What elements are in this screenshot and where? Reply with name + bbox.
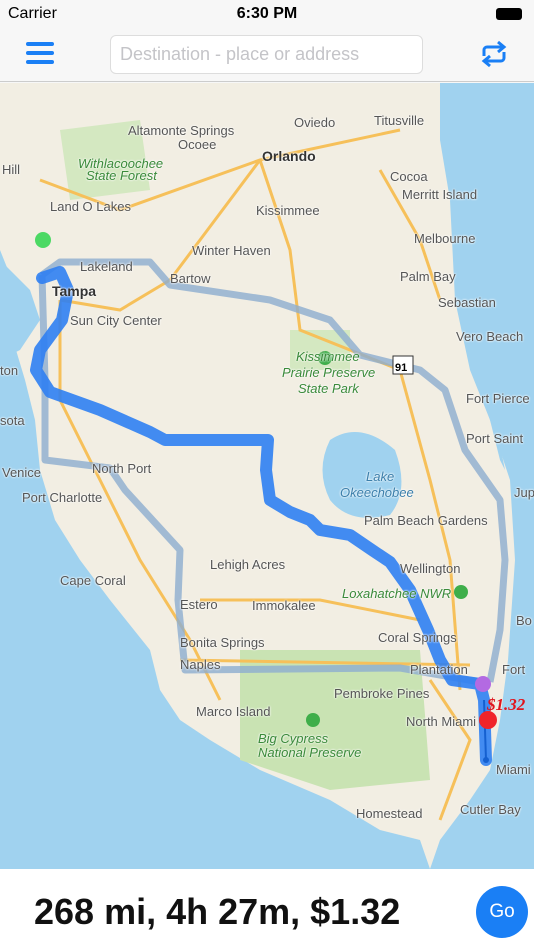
destination-input[interactable] (110, 35, 423, 74)
route-price-label: $1.32 (487, 695, 526, 714)
map-view[interactable]: Altamonte Springs Oviedo Titusville Ocoee Or… (0, 83, 534, 869)
map-label: Bartow (170, 271, 211, 286)
map-label: Cape Coral (60, 573, 126, 588)
battery-icon (496, 8, 522, 20)
map-label: Miami (496, 762, 531, 777)
map-label: Lakeland (80, 259, 133, 274)
map-label: Bonita Springs (180, 635, 265, 650)
map-label: Palm Bay (400, 269, 456, 284)
map-label: Land O Lakes (50, 199, 131, 214)
map-label: Port Saint (466, 431, 524, 446)
route-summary: 268 mi, 4h 27m, $1.32 (34, 891, 401, 932)
map-label: ton (0, 363, 19, 378)
map-label: Winter Haven (192, 243, 271, 258)
map-label: Sun City Center (70, 313, 162, 328)
map-label: Jup (514, 485, 534, 500)
hamburger-menu-icon[interactable] (26, 42, 54, 66)
refresh-arrows-icon[interactable] (478, 40, 510, 68)
map-label: Oviedo (294, 115, 336, 130)
map-label: Venice (2, 465, 42, 480)
map-label: Lake (366, 469, 395, 484)
map-label: Loxahatchee NWR (342, 586, 452, 601)
highway-shield-number: 91 (395, 362, 408, 374)
bottom-bar: 268 mi, 4h 27m, $1.32 Go (0, 869, 534, 950)
map-label: North Miami (406, 714, 477, 729)
map-label: Plantation (410, 662, 468, 677)
map-label: Altamonte Springs (128, 123, 235, 138)
map-label: Ocoee (178, 137, 217, 152)
map-label: State Park (298, 381, 359, 396)
waypoint-pin (475, 676, 491, 692)
map-label: Okeechobee (340, 485, 414, 500)
map-label: Melbourne (414, 231, 476, 246)
map-label: Marco Island (196, 704, 271, 719)
map-label: Lehigh Acres (210, 557, 286, 572)
map-label: Palm Beach Gardens (364, 513, 488, 528)
map-label: Fort (502, 662, 526, 677)
map-label: Kissimmee (256, 203, 320, 218)
map-label: Fort Pierce (466, 391, 530, 406)
map-label: Cutler Bay (460, 802, 521, 817)
map-label: Big Cypress (258, 731, 329, 746)
map-label: Estero (180, 597, 218, 612)
clock: 6:30 PM (236, 5, 298, 22)
status-bar: Carrier 6:30 PM (0, 0, 534, 28)
map-label: Hill (2, 162, 21, 177)
map-label: Port Charlotte (22, 490, 103, 505)
map-label: Wellington (400, 561, 461, 576)
map-label: Kissimmee (296, 349, 360, 364)
map-label: Prairie Preserve (282, 365, 376, 380)
map-label: Bo (516, 613, 532, 628)
start-pin (35, 232, 51, 248)
map-label: North Port (92, 461, 152, 476)
go-button[interactable]: Go (476, 886, 528, 938)
map-label: State Forest (86, 168, 157, 183)
tampa-bay (0, 260, 40, 360)
map-label: Pembroke Pines (334, 686, 430, 701)
nav-bar (0, 28, 534, 82)
map-label: Homestead (356, 806, 423, 821)
map-label: Cocoa (390, 169, 428, 184)
map-label: National Preserve (258, 745, 362, 760)
map-label: Sebastian (438, 295, 496, 310)
map-label: Tampa (52, 283, 97, 299)
map-label: Coral Springs (378, 630, 457, 645)
map-label: Titusville (374, 113, 425, 128)
map-label: Merritt Island (402, 187, 478, 202)
map-label: Orlando (262, 148, 316, 164)
map-label: Immokalee (252, 598, 316, 613)
map-label: Naples (180, 657, 221, 672)
map-label: sota (0, 413, 25, 428)
map-label: Vero Beach (456, 329, 524, 344)
